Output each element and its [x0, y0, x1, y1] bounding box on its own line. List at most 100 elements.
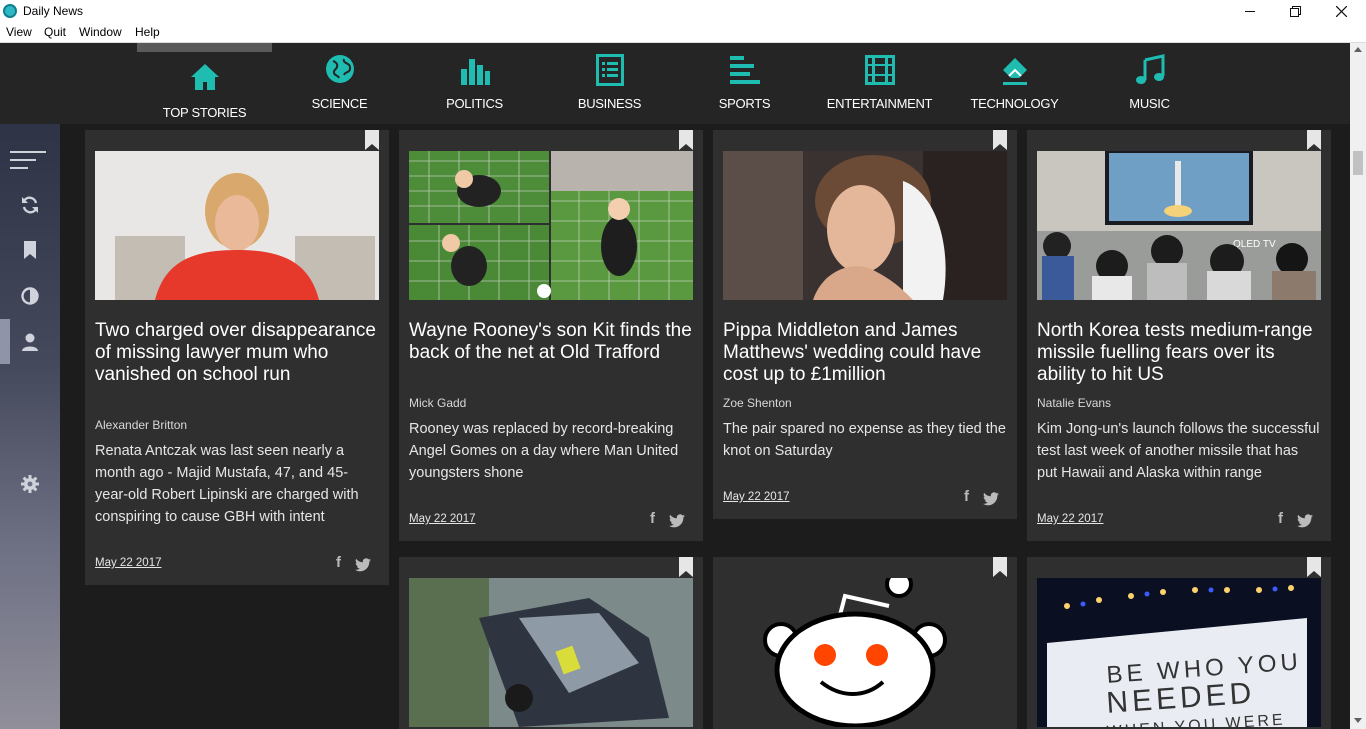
- article-date[interactable]: May 22 2017: [723, 491, 790, 503]
- tab-entertainment[interactable]: ENTERTAINMENT: [812, 43, 947, 124]
- article-headline[interactable]: Wayne Rooney's son Kit finds the back of…: [409, 320, 693, 364]
- restore-icon: [1289, 6, 1301, 17]
- facebook-icon[interactable]: f: [964, 488, 969, 505]
- twitter-icon[interactable]: [669, 514, 685, 528]
- twitter-icon[interactable]: [355, 558, 371, 572]
- sidebar-selected-indicator: [0, 319, 10, 364]
- svg-text:QLED TV: QLED TV: [1233, 239, 1276, 250]
- menu-button[interactable]: [10, 148, 46, 172]
- tab-label: SCIENCE: [311, 96, 368, 111]
- bookmark-icon[interactable]: [993, 130, 1007, 150]
- article-headline[interactable]: North Korea tests medium-range missile f…: [1037, 320, 1321, 386]
- minimize-icon: [1245, 10, 1255, 12]
- restore-button[interactable]: [1272, 0, 1318, 23]
- article-card[interactable]: Two charged over disappearance of missin…: [85, 130, 389, 585]
- facebook-icon[interactable]: f: [336, 554, 341, 571]
- article-card[interactable]: [399, 557, 703, 729]
- minimize-button[interactable]: [1227, 0, 1273, 23]
- close-icon: [1335, 6, 1347, 17]
- tab-sports[interactable]: SPORTS: [677, 43, 812, 124]
- menu-window[interactable]: Window: [79, 25, 122, 39]
- twitter-icon[interactable]: [1297, 514, 1313, 528]
- settings-icon: [21, 475, 39, 493]
- tab-label: ENTERTAINMENT: [826, 96, 933, 111]
- article-grid: Two charged over disappearance of missin…: [60, 124, 1350, 729]
- tab-label: POLITICS: [446, 96, 503, 111]
- article-card[interactable]: [713, 557, 1017, 729]
- tab-politics[interactable]: POLITICS: [407, 43, 542, 124]
- article-description: Renata Antczak was last seen nearly a mo…: [95, 443, 359, 525]
- app-icon: [3, 4, 17, 18]
- article-date[interactable]: May 22 2017: [95, 557, 162, 569]
- globe-icon: [325, 55, 354, 83]
- facebook-icon[interactable]: f: [650, 510, 655, 527]
- tab-label: TOP STORIES: [162, 105, 247, 120]
- twitter-icon[interactable]: [983, 492, 999, 506]
- bookmark-icon: [24, 241, 36, 259]
- bookmarks-button[interactable]: [18, 238, 42, 262]
- scrollbar-thumb[interactable]: [1353, 151, 1363, 175]
- settings-button[interactable]: [18, 472, 42, 496]
- user-icon: [22, 333, 38, 351]
- article-date[interactable]: May 22 2017: [1037, 513, 1104, 525]
- bookmark-icon[interactable]: [1307, 557, 1321, 577]
- article-date[interactable]: May 22 2017: [409, 513, 476, 525]
- article-image: [723, 151, 1007, 300]
- contrast-icon: [21, 287, 39, 305]
- article-image: [409, 578, 693, 727]
- article-image: [409, 151, 693, 300]
- article-headline[interactable]: Pippa Middleton and James Matthews' wedd…: [723, 320, 1007, 386]
- bookmark-icon[interactable]: [365, 130, 379, 150]
- article-author: Natalie Evans: [1037, 396, 1112, 410]
- tab-business[interactable]: BUSINESS: [542, 43, 677, 124]
- scroll-up-arrow-icon[interactable]: [1354, 47, 1362, 52]
- bookmark-icon[interactable]: [679, 130, 693, 150]
- reddit-alien-logo: [723, 578, 1007, 727]
- tab-science[interactable]: SCIENCE: [272, 43, 407, 124]
- lines-icon: [729, 56, 760, 84]
- scroll-down-arrow-icon[interactable]: [1354, 718, 1362, 723]
- article-author: Zoe Shenton: [723, 396, 792, 410]
- article-card[interactable]: Wayne Rooney's son Kit finds the back of…: [399, 130, 703, 541]
- article-description: Rooney was replaced by record-breaking A…: [409, 421, 679, 481]
- sidebar: [0, 124, 60, 729]
- article-image: [723, 578, 1007, 727]
- document-list-icon: [595, 54, 624, 86]
- bar-chart-icon: [460, 59, 490, 85]
- tab-label: TECHNOLOGY: [970, 96, 1059, 111]
- tab-music[interactable]: MUSIC: [1082, 43, 1217, 124]
- menu-view[interactable]: View: [6, 25, 32, 39]
- bookmark-icon[interactable]: [993, 557, 1007, 577]
- menu-quit[interactable]: Quit: [44, 25, 66, 39]
- article-image: QLED TV: [1037, 151, 1321, 300]
- profile-button[interactable]: [18, 330, 42, 354]
- refresh-icon: [22, 196, 38, 214]
- article-description: Kim Jong-un's launch follows the success…: [1037, 421, 1320, 481]
- eraser-icon: [1002, 58, 1027, 85]
- menu-icon: [10, 151, 46, 169]
- article-image: [95, 151, 379, 300]
- tab-label: MUSIC: [1129, 96, 1170, 111]
- bookmark-icon[interactable]: [679, 557, 693, 577]
- tab-technology[interactable]: TECHNOLOGY: [947, 43, 1082, 124]
- category-nav: TOP STORIES SCIENCE POLITICS BUSINESS SP…: [0, 43, 1350, 124]
- tab-top-stories[interactable]: TOP STORIES: [137, 43, 272, 124]
- facebook-icon[interactable]: f: [1278, 510, 1283, 527]
- article-card[interactable]: Pippa Middleton and James Matthews' wedd…: [713, 130, 1017, 519]
- music-note-icon: [1135, 54, 1164, 84]
- menu-help[interactable]: Help: [135, 25, 160, 39]
- bookmark-icon[interactable]: [1307, 130, 1321, 150]
- refresh-button[interactable]: [18, 193, 42, 217]
- window-title: Daily News: [23, 4, 84, 18]
- article-image: BE WHO YOU NEEDED WHEN YOU WERE: [1037, 578, 1321, 727]
- tab-label: BUSINESS: [577, 96, 642, 111]
- article-card[interactable]: BE WHO YOU NEEDED WHEN YOU WERE: [1027, 557, 1331, 729]
- vertical-scrollbar[interactable]: [1350, 43, 1366, 729]
- close-button[interactable]: [1318, 0, 1364, 23]
- article-headline[interactable]: Two charged over disappearance of missin…: [95, 320, 379, 386]
- article-card[interactable]: QLED TV North Korea tests medium-range m…: [1027, 130, 1331, 541]
- tab-label: SPORTS: [718, 96, 771, 111]
- theme-button[interactable]: [18, 284, 42, 308]
- title-bar: Daily News: [0, 0, 1366, 23]
- menu-bar: View Quit Window Help: [0, 23, 1366, 43]
